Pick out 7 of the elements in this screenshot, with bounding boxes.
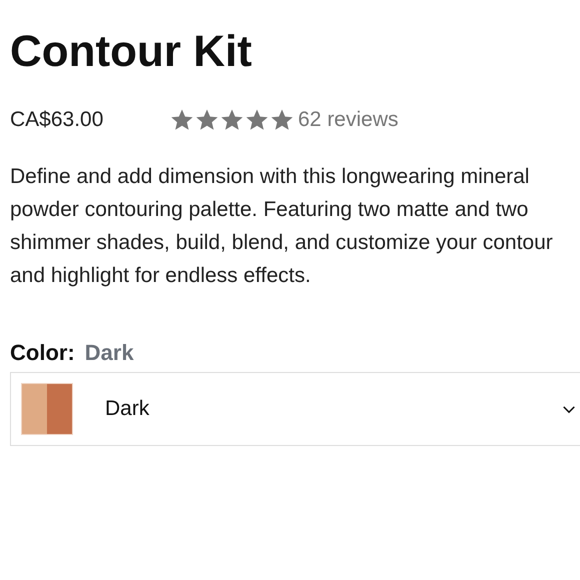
- product-description: Define and add dimension with this longwearing mineral powder contouring palette. Featuring two matte and two shimmer shades, build, blend, and customize your contour and highlight for endless effects.: [10, 164, 554, 289]
- reviews-link[interactable]: 62 reviews: [298, 108, 398, 132]
- color-label: Color:: [10, 340, 75, 366]
- color-dropdown[interactable]: Dark: [10, 372, 580, 446]
- product-title: Contour Kit: [10, 26, 253, 78]
- price: CA$63.00: [10, 108, 104, 132]
- color-value: Dark: [84, 340, 134, 366]
